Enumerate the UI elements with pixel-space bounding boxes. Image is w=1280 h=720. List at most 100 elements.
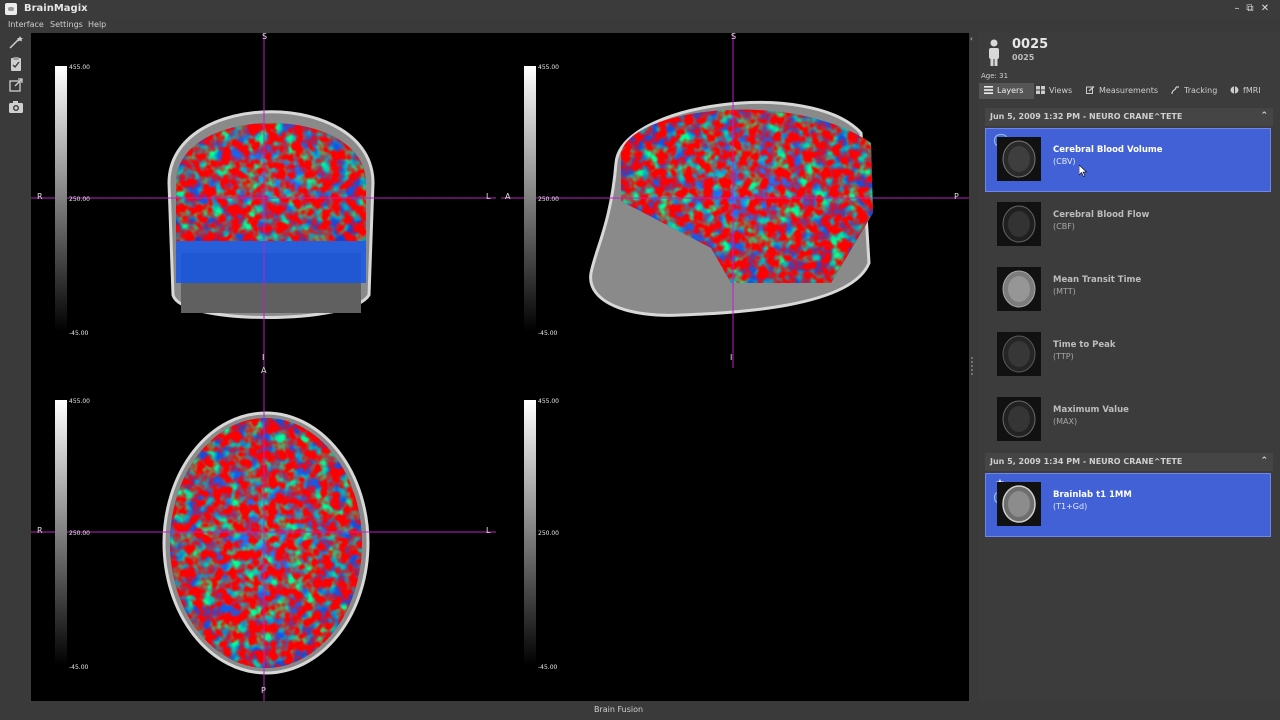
layer-item-cbv[interactable]: Cerebral Blood Volume (CBV) xyxy=(985,128,1271,192)
tool-strip xyxy=(0,33,31,701)
layer-abbreviation: (MTT) xyxy=(1053,287,1076,296)
sagittal-colorbar xyxy=(524,66,536,332)
layer-name: Cerebral Blood Flow xyxy=(1053,210,1150,220)
coronal-view[interactable]: S I R L 455.00 250.00 -45.00 xyxy=(31,33,496,368)
tab-views[interactable]: Views xyxy=(1036,83,1072,99)
layer-item-max[interactable]: Maximum Value (MAX) xyxy=(985,388,1271,452)
tab-tracking[interactable]: Tracking xyxy=(1171,83,1217,99)
app-title: BrainMagix xyxy=(24,3,88,14)
coronal-orient-right: L xyxy=(486,192,491,201)
menu-help[interactable]: Help xyxy=(88,20,106,29)
sagittal-colorbar-max: 455.00 xyxy=(538,64,559,71)
axial-orient-left: R xyxy=(37,526,43,535)
layer-thumbnail xyxy=(997,332,1041,376)
coronal-colorbar xyxy=(55,66,67,332)
axial-orient-top: A xyxy=(261,366,267,375)
sagittal-colorbar-mid: 250.00 xyxy=(538,196,559,203)
patient-id: 0025 xyxy=(1012,53,1035,62)
title-bar: BrainMagix – ⧉ ✕ xyxy=(0,0,1280,19)
layer-thumbnail xyxy=(997,267,1041,311)
tab-views-label: Views xyxy=(1049,86,1073,95)
menu-interface[interactable]: Interface xyxy=(8,20,44,29)
series-group-title: Jun 5, 2009 1:32 PM - NEURO CRANE^TETE xyxy=(990,112,1183,121)
tab-layers-label: Layers xyxy=(997,86,1024,95)
coronal-orient-top: S xyxy=(262,33,267,41)
layer-name: Time to Peak xyxy=(1053,340,1116,350)
coronal-colorbar-max: 455.00 xyxy=(69,64,90,71)
menu-bar: Interface Settings Help xyxy=(0,19,1280,33)
side-panel: 0025 0025 Age: 31 Layers Views Measureme… xyxy=(978,33,1280,701)
layer-item-mtt[interactable]: Mean Transit Time (MTT) xyxy=(985,258,1271,322)
sagittal-orient-bottom: I xyxy=(730,353,732,362)
layer-name: Mean Transit Time xyxy=(1053,275,1142,285)
fourth-colorbar-max: 455.00 xyxy=(538,398,559,405)
tab-layers[interactable]: Layers xyxy=(979,83,1034,99)
magic-wand-icon[interactable] xyxy=(6,35,26,51)
camera-icon[interactable] xyxy=(6,99,26,115)
tracking-icon xyxy=(1171,84,1180,95)
layer-item-t1[interactable]: ★ Brainlab t1 1MM (T1+Gd) xyxy=(985,473,1271,537)
layer-abbreviation: (CBV) xyxy=(1053,157,1076,166)
axial-orient-right: L xyxy=(486,526,491,535)
image-viewer[interactable]: S I R L 455.00 250.00 -45.00 S I A P 455… xyxy=(31,33,969,701)
tab-measurements-label: Measurements xyxy=(1099,86,1159,95)
layer-name: Maximum Value xyxy=(1053,405,1129,415)
panel-tabs: Layers Views Measurements Tracking fMRI xyxy=(978,83,1280,99)
coronal-colorbar-min: -45.00 xyxy=(69,330,89,337)
series-group-header[interactable]: Jun 5, 2009 1:32 PM - NEURO CRANE^TETE ⌃ xyxy=(985,108,1273,126)
mouse-cursor-icon xyxy=(1078,162,1088,177)
fourth-colorbar-mid: 250.00 xyxy=(538,530,559,537)
clipboard-check-icon[interactable] xyxy=(6,56,26,72)
tab-fmri-label: fMRI xyxy=(1243,86,1261,95)
layer-item-cbf[interactable]: Cerebral Blood Flow (CBF) xyxy=(985,193,1271,257)
collapse-icon[interactable]: ⌃ xyxy=(1260,107,1268,125)
sagittal-orient-right: P xyxy=(954,192,959,201)
series-group-header[interactable]: Jun 5, 2009 1:34 PM - NEURO CRANE^TETE ⌃ xyxy=(985,453,1273,471)
axial-view[interactable]: A P R L 455.00 250.00 -45.00 455.00 250.… xyxy=(31,366,559,701)
layer-abbreviation: (TTP) xyxy=(1053,352,1074,361)
series-group-title: Jun 5, 2009 1:34 PM - NEURO CRANE^TETE xyxy=(990,457,1183,466)
layer-abbreviation: (T1+Gd) xyxy=(1053,502,1088,511)
layers-list: Jun 5, 2009 1:32 PM - NEURO CRANE^TETE ⌃… xyxy=(985,108,1273,698)
layer-thumbnail xyxy=(997,137,1041,181)
sagittal-view[interactable]: S I A P 455.00 250.00 -45.00 xyxy=(501,33,969,368)
axial-colorbar-max: 455.00 xyxy=(69,398,90,405)
pencil-icon xyxy=(1086,84,1095,94)
patient-name: 0025 xyxy=(1012,37,1049,52)
layer-name: Brainlab t1 1MM xyxy=(1053,490,1132,500)
patient-icon xyxy=(987,39,1001,67)
layer-thumbnail xyxy=(997,482,1041,526)
layer-abbreviation: (CBF) xyxy=(1053,222,1075,231)
patient-age: Age: 31 xyxy=(981,72,1009,80)
axial-colorbar xyxy=(55,400,67,666)
fourth-colorbar xyxy=(524,400,536,666)
svg-text:‹: ‹ xyxy=(970,35,973,43)
layer-thumbnail xyxy=(997,397,1041,441)
axial-colorbar-min: -45.00 xyxy=(69,664,89,671)
layer-name: Cerebral Blood Volume xyxy=(1053,145,1163,155)
sagittal-orient-left: A xyxy=(505,192,511,201)
minimize-button[interactable]: – xyxy=(1230,2,1244,16)
tab-tracking-label: Tracking xyxy=(1184,86,1218,95)
restore-button[interactable]: ⧉ xyxy=(1243,2,1257,16)
collapse-icon[interactable]: ⌃ xyxy=(1260,452,1268,470)
menu-settings[interactable]: Settings xyxy=(50,20,83,29)
status-bar: Brain Fusion xyxy=(0,701,1280,720)
export-icon[interactable] xyxy=(6,77,26,93)
sagittal-orient-top: S xyxy=(731,33,736,41)
coronal-colorbar-mid: 250.00 xyxy=(69,196,90,203)
app-logo-icon xyxy=(5,3,17,15)
close-button[interactable]: ✕ xyxy=(1258,2,1272,16)
list-icon xyxy=(984,84,993,94)
status-text: Brain Fusion xyxy=(593,705,644,714)
fourth-colorbar-min: -45.00 xyxy=(538,664,558,671)
brain-icon xyxy=(1230,84,1239,94)
axial-colorbar-mid: 250.00 xyxy=(69,530,90,537)
coronal-orient-left: R xyxy=(37,192,43,201)
layer-thumbnail xyxy=(997,202,1041,246)
layer-item-ttp[interactable]: Time to Peak (TTP) xyxy=(985,323,1271,387)
tab-fmri[interactable]: fMRI xyxy=(1230,83,1261,99)
grid-icon xyxy=(1036,84,1045,94)
tab-measurements[interactable]: Measurements xyxy=(1086,83,1158,99)
layer-abbreviation: (MAX) xyxy=(1053,417,1078,426)
